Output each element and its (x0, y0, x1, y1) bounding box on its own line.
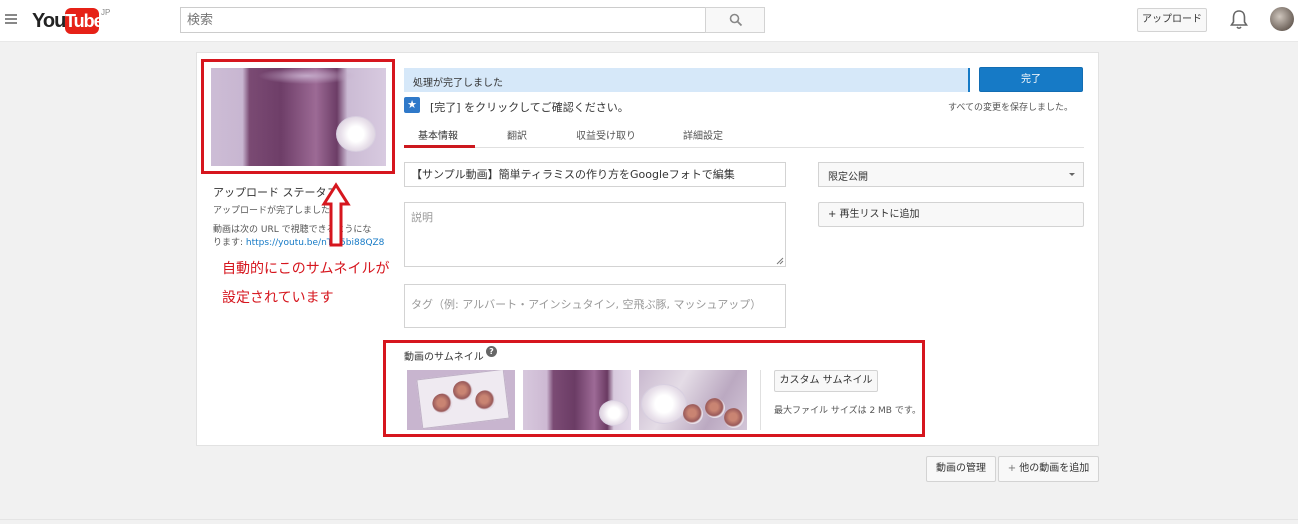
max-file-size-text: 最大ファイル サイズは 2 MB です。 (774, 406, 921, 416)
tiramisu-cup (724, 408, 744, 428)
resize-handle-icon[interactable] (776, 257, 784, 265)
add-more-videos-button[interactable]: + 他の動画を追加 (998, 456, 1099, 482)
tab-translation[interactable]: 翻訳 (507, 127, 527, 142)
title-value: 【サンプル動画】簡単ティラミスの作り方をGoogleフォトで編集 (411, 168, 735, 181)
search-input[interactable] (180, 7, 706, 33)
done-button[interactable]: 完了 (979, 67, 1083, 92)
active-tab-indicator (404, 145, 475, 148)
tiramisu-cup (431, 392, 454, 415)
logo-region: JP (101, 8, 111, 17)
tabs-divider (404, 147, 1084, 148)
cup-image (336, 116, 376, 152)
tiramisu-cup (683, 404, 703, 424)
page-bottom-divider (0, 519, 1298, 520)
instruction-text: [完了] をクリックしてご確認ください。 (430, 101, 629, 114)
menu-icon[interactable] (5, 14, 17, 25)
logo-tube-text: Tube (65, 8, 104, 34)
upload-button[interactable]: アップロード (1137, 8, 1207, 32)
upload-status-title: アップロード ステータス (213, 186, 338, 199)
manage-videos-button[interactable]: 動画の管理 (926, 456, 996, 482)
search-icon (729, 13, 743, 27)
tab-basic-info[interactable]: 基本情報 (418, 127, 458, 142)
video-url-link[interactable]: https://youtu.be/nTM5bi88QZ8 (246, 238, 385, 248)
add-to-playlist-button[interactable]: + 再生リストに追加 (818, 202, 1084, 227)
add-more-label: 他の動画を追加 (1019, 463, 1090, 474)
tab-advanced-settings[interactable]: 詳細設定 (683, 127, 723, 142)
privacy-selected-value: 限定公開 (828, 172, 868, 183)
tiramisu-cup (705, 398, 725, 418)
photo-frame-image (416, 370, 510, 430)
search-button[interactable] (705, 7, 765, 33)
upload-complete-text: アップロードが完了しました (213, 206, 331, 216)
avatar[interactable] (1270, 7, 1294, 31)
thumbnail-option-3[interactable] (639, 370, 747, 430)
description-field[interactable]: 説明 (404, 202, 786, 267)
chevron-down-icon (1069, 173, 1075, 176)
main-video-thumbnail (211, 68, 386, 166)
cup-image (599, 400, 629, 426)
cream-bowl-image (641, 384, 687, 424)
help-icon[interactable]: ? (486, 346, 497, 357)
tags-placeholder: タグ（例: アルバート・アインシュタイン, 空飛ぶ豚, マッシュアップ） (411, 298, 762, 311)
notification-bell-icon[interactable] (1229, 9, 1249, 31)
thumbnail-divider (760, 370, 761, 430)
tags-field[interactable]: タグ（例: アルバート・アインシュタイン, 空飛ぶ豚, マッシュアップ） (404, 284, 786, 328)
tiramisu-cup (474, 389, 497, 412)
thumbnail-option-1[interactable] (407, 370, 515, 430)
url-line: ります: https://youtu.be/nTM5bi88QZ8 (213, 235, 384, 248)
tab-monetization[interactable]: 収益受け取り (576, 127, 636, 142)
description-placeholder: 説明 (411, 211, 433, 224)
title-field[interactable]: 【サンプル動画】簡単ティラミスの作り方をGoogleフォトで編集 (404, 162, 786, 187)
processing-progress-bar: 処理が完了しました (404, 68, 970, 92)
privacy-select[interactable]: 限定公開 (818, 162, 1084, 187)
plus-icon: + (1007, 463, 1020, 474)
tiramisu-cup (451, 379, 475, 403)
url-prefix: ります: (213, 238, 246, 248)
saved-status: すべての変更を保存しました。 (948, 103, 1074, 113)
top-bar: You Tube JP アップロード (0, 0, 1298, 42)
thumbnail-section-title: 動画のサムネイル (404, 352, 484, 363)
logo-you-text: You (32, 10, 66, 32)
annotation-line2: 設定されています (222, 290, 334, 306)
thumbnail-option-2[interactable] (523, 370, 631, 430)
star-icon: ★ (404, 97, 420, 113)
progress-text: 処理が完了しました (413, 78, 503, 89)
red-arrow-annotation (321, 182, 351, 247)
custom-thumbnail-button[interactable]: カスタム サムネイル (774, 370, 878, 392)
annotation-line1: 自動的にこのサムネイルが (222, 261, 390, 277)
